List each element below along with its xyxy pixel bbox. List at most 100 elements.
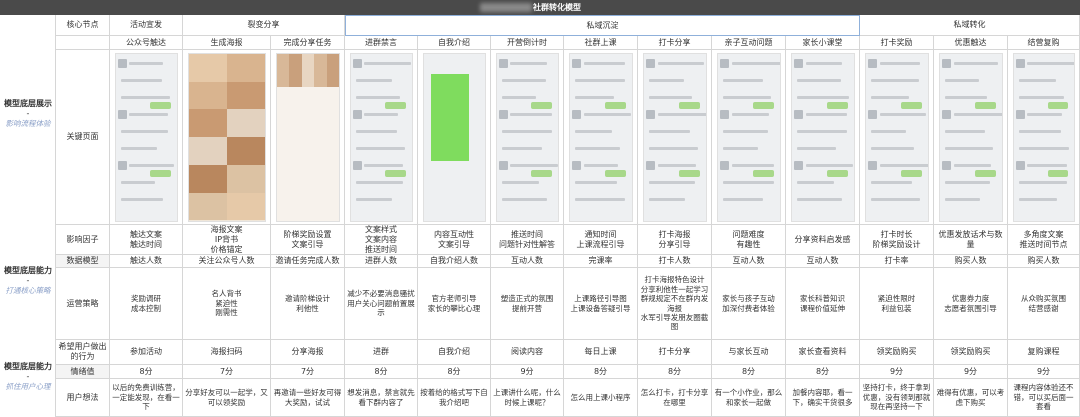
thought-cell: 想发消息，禁言就先看下群内容了 (345, 379, 418, 417)
section-display-title: 模型底层展示 (4, 99, 52, 108)
emotion-label: 情绪值 (56, 365, 110, 379)
core-node-label: 核心节点 (56, 15, 110, 36)
strategy-cell: 紧迫性限时 利益包装 (860, 268, 934, 340)
page-screenshot-13 (1013, 53, 1075, 222)
behavior-cell: 分享海报 (271, 340, 345, 365)
thought-cell: 加餐内容耶，看一下，确实干货很多 (786, 379, 860, 417)
strategy-cell: 减少不必要消息骚扰 用户关心问题前置展示 (345, 268, 418, 340)
thought-cell: 难得有优惠，可以考虑下购买 (934, 379, 1008, 417)
behavior-cell: 进群 (345, 340, 418, 365)
emotion-cell: 9分 (1008, 365, 1080, 379)
strategy-cell: 塑造正式的氛围 提前开营 (491, 268, 564, 340)
behavior-cell: 参加活动 (110, 340, 183, 365)
data-model-cell: 触达人数 (110, 255, 183, 268)
node-cell: 完成分享任务 (271, 36, 345, 50)
factor-label: 影响因子 (56, 225, 110, 255)
node-cell: 打卡奖励 (860, 36, 934, 50)
page-screenshot-4 (350, 53, 413, 222)
page-screenshot-12 (939, 53, 1003, 222)
page-screenshot-8 (643, 53, 707, 222)
phase-retention: 私域沉淀 (345, 15, 860, 36)
section-display-subtitle: 影响流程体验 (5, 119, 51, 128)
factor-cell: 海报文案 IP背书 价格锚定 (183, 225, 271, 255)
node-cell: 结营复购 (1008, 36, 1080, 50)
key-page-label: 关键页面 (56, 50, 110, 225)
section-strategy-subtitle: 打通核心策略 (5, 286, 51, 295)
node-cell: 家长小课堂 (786, 36, 860, 50)
data-model-cell: 互动人数 (491, 255, 564, 268)
thought-cell: 怎么打卡，打卡分享在哪里 (638, 379, 712, 417)
behavior-cell: 家长查看资料 (786, 340, 860, 365)
thought-cell: 按着给的格式写下自我介绍吧 (418, 379, 491, 417)
strategy-cell: 名人背书 紧迫性 刚需性 (183, 268, 271, 340)
node-cell: 优惠触达 (934, 36, 1008, 50)
behavior-cell: 海报扫码 (183, 340, 271, 365)
emotion-cell: 8分 (345, 365, 418, 379)
behavior-label: 希望用户做出 的行为 (56, 340, 110, 365)
factor-cell: 打卡时长 阶梯奖励设计 (860, 225, 934, 255)
thought-cell: 怎么用上课小程序 (564, 379, 638, 417)
strategy-cell: 官方老师引导 家长的攀比心理 (418, 268, 491, 340)
section-label-display: 模型底层展示 - 影响流程体验 (0, 99, 56, 128)
blurred-title-prefix (480, 3, 532, 12)
title-bar: 社群转化模型 (0, 0, 1080, 15)
behavior-cell: 自我介绍 (418, 340, 491, 365)
data-model-cell: 购买人数 (1008, 255, 1080, 268)
strategy-cell: 从众购买氛围 结营感谢 (1008, 268, 1080, 340)
data-model-cell: 自我介绍人数 (418, 255, 491, 268)
strategy-label: 运营策略 (56, 268, 110, 340)
factor-cell: 多角度文案 推送时间节点 (1008, 225, 1080, 255)
section-strategy-title: 模型底层能力 (4, 266, 52, 275)
strategy-cell: 家长与孩子互动 加深付费者体验 (712, 268, 786, 340)
page-screenshot-1 (115, 53, 178, 222)
emotion-cell: 8分 (638, 365, 712, 379)
page-title: 社群转化模型 (533, 3, 581, 12)
strategy-cell: 奖励调研 成本控制 (110, 268, 183, 340)
page-screenshot-6 (496, 53, 559, 222)
node-cell: 社群上课 (564, 36, 638, 50)
behavior-cell: 打卡分享 (638, 340, 712, 365)
factor-cell: 阶梯奖励设置 文案引导 (271, 225, 345, 255)
node-cell: 开营倒计时 (491, 36, 564, 50)
phase-fission: 裂变分享 (183, 15, 345, 36)
section-label-strategy: 模型底层能力 - 打通核心策略 (0, 266, 56, 295)
data-model-cell: 关注公众号人数 (183, 255, 271, 268)
page-screenshot-11 (865, 53, 929, 222)
node-cell: 公众号触达 (110, 36, 183, 50)
strategy-cell: 优惠券力度 志愿者氛围引导 (934, 268, 1008, 340)
data-model-cell: 互动人数 (786, 255, 860, 268)
data-model-cell: 进群人数 (345, 255, 418, 268)
node-cell: 自我介绍 (418, 36, 491, 50)
emotion-cell: 9分 (934, 365, 1008, 379)
thought-cell: 坚持打卡，终于拿到优惠，没有领到那就现在再坚持一下 (860, 379, 934, 417)
behavior-cell: 每日上课 (564, 340, 638, 365)
emotion-cell: 9分 (860, 365, 934, 379)
behavior-cell: 与家长互动 (712, 340, 786, 365)
behavior-cell: 领奖励购买 (860, 340, 934, 365)
behavior-cell: 复购课程 (1008, 340, 1080, 365)
node-cell: 打卡分享 (638, 36, 712, 50)
data-model-cell: 完课率 (564, 255, 638, 268)
thought-cell: 分享好友可以一起学，又可以领奖励 (183, 379, 271, 417)
strategy-cell: 上课路径引导图 上课设备答疑引导 (564, 268, 638, 340)
phase-conversion: 私域转化 (860, 15, 1080, 36)
thought-cell: 以后的免费训练营，一定能发现，在看一下 (110, 379, 183, 417)
data-model-cell: 邀请任务完成人数 (271, 255, 345, 268)
page-screenshot-3 (276, 53, 340, 222)
conversion-model-board: 社群转化模型 模型底层展示 - 影响流程体验 模型底层能力 - 打通核心策略 模… (0, 0, 1080, 417)
factor-cell: 推送时间 问题针对性解答 (491, 225, 564, 255)
behavior-cell: 领奖励购买 (934, 340, 1008, 365)
factor-cell: 优惠发放话术与数量 (934, 225, 1008, 255)
page-screenshot-9 (717, 53, 781, 222)
emotion-cell: 7分 (183, 365, 271, 379)
thought-cell: 有一个小作业，那么和家长一起做 (712, 379, 786, 417)
node-cell: 进群禁言 (345, 36, 418, 50)
page-screenshot-10 (791, 53, 855, 222)
page-screenshot-2 (188, 53, 266, 222)
phase-activity: 活动宣发 (110, 15, 183, 36)
behavior-cell: 阅读内容 (491, 340, 564, 365)
factor-cell: 文案样式 文案内容 推送时间 (345, 225, 418, 255)
data-model-cell: 打卡人数 (638, 255, 712, 268)
section-display-dash: - (26, 109, 30, 118)
emotion-cell: 8分 (418, 365, 491, 379)
